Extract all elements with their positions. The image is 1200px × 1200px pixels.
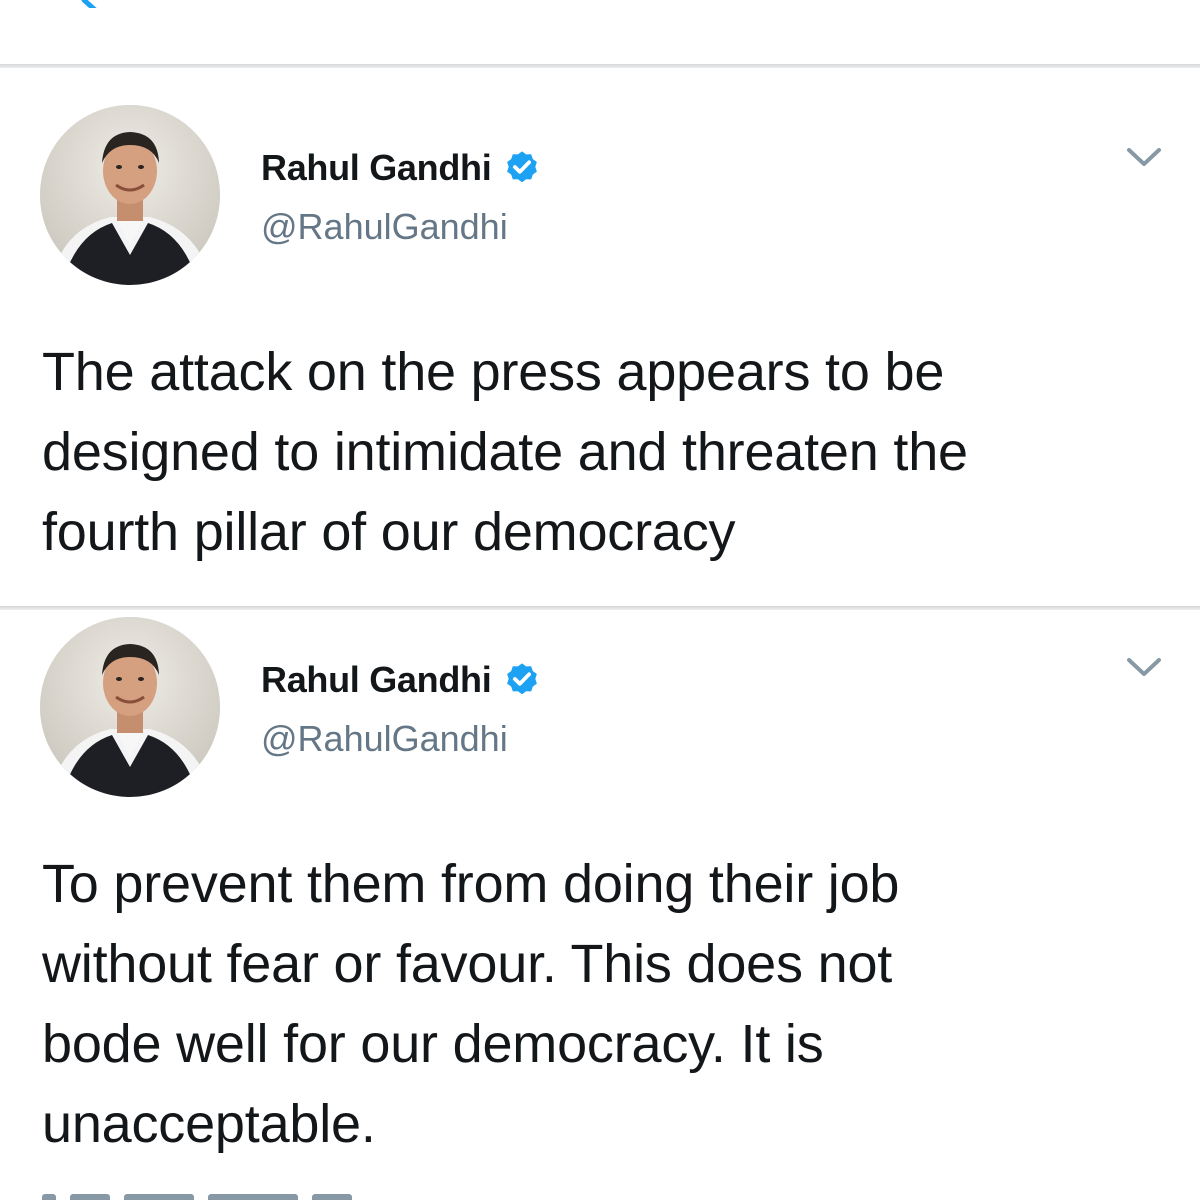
chevron-down-icon[interactable]	[1124, 144, 1164, 170]
verified-badge-icon	[507, 663, 538, 695]
tweet-text: To prevent them from doing their job wit…	[42, 844, 1172, 1164]
tweet-text-line: unacceptable.	[42, 1094, 376, 1154]
verified-badge-icon	[507, 151, 538, 183]
handle: @RahulGandhi	[261, 206, 508, 247]
handle: @RahulGandhi	[261, 718, 508, 759]
avatar[interactable]	[40, 105, 220, 285]
profile-photo	[40, 617, 220, 797]
tweet-thread-screen: Rahul Gandhi @RahulGandhi The attack on …	[0, 0, 1200, 1200]
top-bar	[0, 0, 1200, 66]
avatar[interactable]	[40, 617, 220, 797]
timestamp-fragment	[42, 1186, 422, 1200]
tweet-card[interactable]: Rahul Gandhi @RahulGandhi To prevent the…	[0, 610, 1200, 1200]
display-name[interactable]: Rahul Gandhi	[261, 659, 492, 701]
tweet-text: The attack on the press appears to be de…	[42, 332, 1172, 572]
name-row[interactable]: Rahul Gandhi	[261, 146, 541, 190]
name-row[interactable]: Rahul Gandhi	[261, 658, 541, 702]
tweet-text-line: bode well for our democracy. It is	[42, 1014, 824, 1074]
chevron-down-icon[interactable]	[1124, 654, 1164, 680]
tweet-text-line: without fear or favour. This does not	[42, 934, 893, 994]
tweet-text-line: To prevent them from doing their job	[42, 854, 900, 914]
tweet-text-line: designed to intimidate and threaten the	[42, 422, 968, 482]
profile-photo	[40, 105, 220, 285]
tweet-text-line: The attack on the press appears to be	[42, 342, 945, 402]
tweet-card[interactable]: Rahul Gandhi @RahulGandhi The attack on …	[0, 68, 1200, 608]
arrow-left-icon[interactable]	[78, 0, 108, 8]
tweet-text-line: fourth pillar of our democracy	[42, 502, 736, 562]
display-name[interactable]: Rahul Gandhi	[261, 147, 492, 189]
